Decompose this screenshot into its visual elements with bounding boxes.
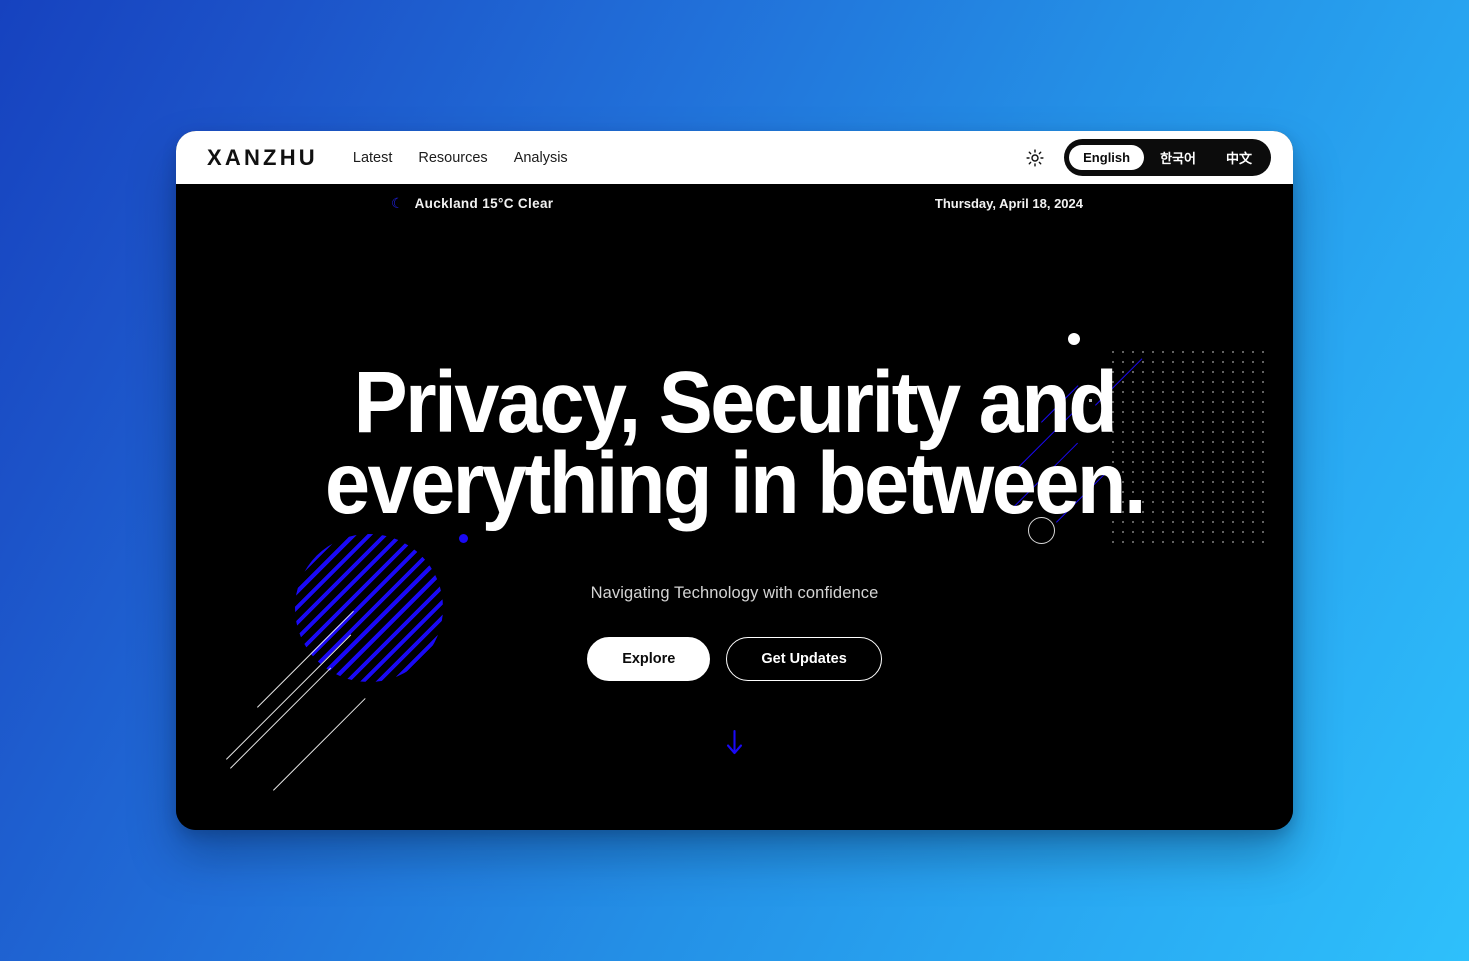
header-actions: English 한국어 中文 [1024, 139, 1271, 176]
page-title: Privacy, Security and everything in betw… [324, 354, 1146, 532]
language-option-english[interactable]: English [1069, 145, 1145, 170]
brand-logo[interactable]: XANZHU [207, 145, 318, 171]
language-option-korean[interactable]: 한국어 [1146, 143, 1210, 172]
hero-actions: Explore Get Updates [587, 637, 882, 682]
site-header: XANZHU Latest Resources Analysis English… [176, 131, 1293, 184]
nav-link-analysis[interactable]: Analysis [514, 150, 568, 166]
hero-section: Privacy, Security and everything in betw… [176, 222, 1293, 830]
crescent-moon-icon: ☾ [391, 195, 404, 211]
get-updates-button[interactable]: Get Updates [726, 637, 882, 682]
language-option-chinese[interactable]: 中文 [1212, 143, 1266, 172]
explore-button[interactable]: Explore [587, 637, 711, 682]
nav-link-latest[interactable]: Latest [353, 150, 393, 166]
info-bar: ☾ Auckland 15°C Clear Thursday, April 18… [176, 184, 1293, 222]
nav-link-resources[interactable]: Resources [418, 150, 487, 166]
browser-window: XANZHU Latest Resources Analysis English… [176, 131, 1293, 830]
weather-widget: ☾ Auckland 15°C Clear [391, 196, 553, 211]
hero-content: Privacy, Security and everything in betw… [176, 222, 1293, 830]
current-date: Thursday, April 18, 2024 [934, 195, 1083, 211]
main-navigation: Latest Resources Analysis [353, 150, 568, 166]
weather-text: Auckland 15°C Clear [414, 195, 554, 211]
arrow-down-icon[interactable] [726, 729, 743, 756]
hero-subtitle: Navigating Technology with confidence [590, 583, 879, 602]
sun-icon[interactable] [1024, 147, 1046, 169]
language-switcher: English 한국어 中文 [1064, 139, 1271, 176]
